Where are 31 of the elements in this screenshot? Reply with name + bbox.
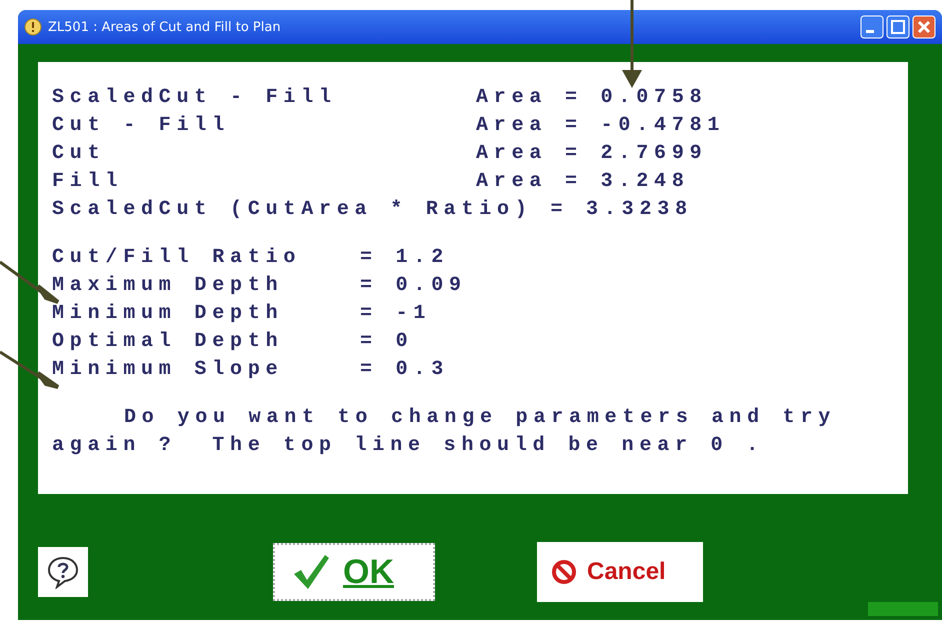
status-indicator <box>868 602 938 616</box>
parameter-value: = 0.3 <box>360 357 450 383</box>
parameter-label: Optimal Depth <box>52 329 284 355</box>
area-label: Cut <box>52 141 106 167</box>
area-label: ScaledCut - Fill <box>52 85 338 111</box>
parameter-label: Minimum Depth <box>52 301 284 327</box>
parameter-label: Cut/Fill Ratio <box>52 245 302 271</box>
maximize-icon[interactable] <box>886 15 910 39</box>
minimize-icon[interactable] <box>860 15 884 39</box>
area-value: Area = 2.7699 <box>476 141 708 167</box>
message-text: Do you want to change parameters and try again ? The top line should be near 0 . <box>52 405 838 459</box>
area-label: ScaledCut (CutArea * Ratio) = 3.3238 <box>52 197 693 223</box>
area-label: Cut - Fill <box>52 113 232 139</box>
parameter-value: = -1 <box>360 301 432 327</box>
area-label: Fill <box>52 169 124 195</box>
help-icon <box>46 555 80 589</box>
area-value: Area = 3.248 <box>476 169 690 195</box>
close-icon[interactable] <box>912 15 936 39</box>
area-value: Area = 0.0758 <box>476 85 708 111</box>
info-icon <box>24 18 42 36</box>
help-button[interactable] <box>38 547 88 597</box>
parameter-value: = 1.2 <box>360 245 450 271</box>
cancel-button[interactable]: Cancel <box>537 542 703 602</box>
window-title: ZL501 : Areas of Cut and Fill to Plan <box>48 20 281 34</box>
parameter-value: = 0 <box>360 329 414 355</box>
prohibition-icon <box>551 559 577 585</box>
area-value: Area = -0.4781 <box>476 113 726 139</box>
ok-button[interactable]: OK <box>273 543 435 601</box>
parameter-label: Minimum Slope <box>52 357 284 383</box>
parameter-value: = 0.09 <box>360 273 467 299</box>
parameter-label: Maximum Depth <box>52 273 284 299</box>
